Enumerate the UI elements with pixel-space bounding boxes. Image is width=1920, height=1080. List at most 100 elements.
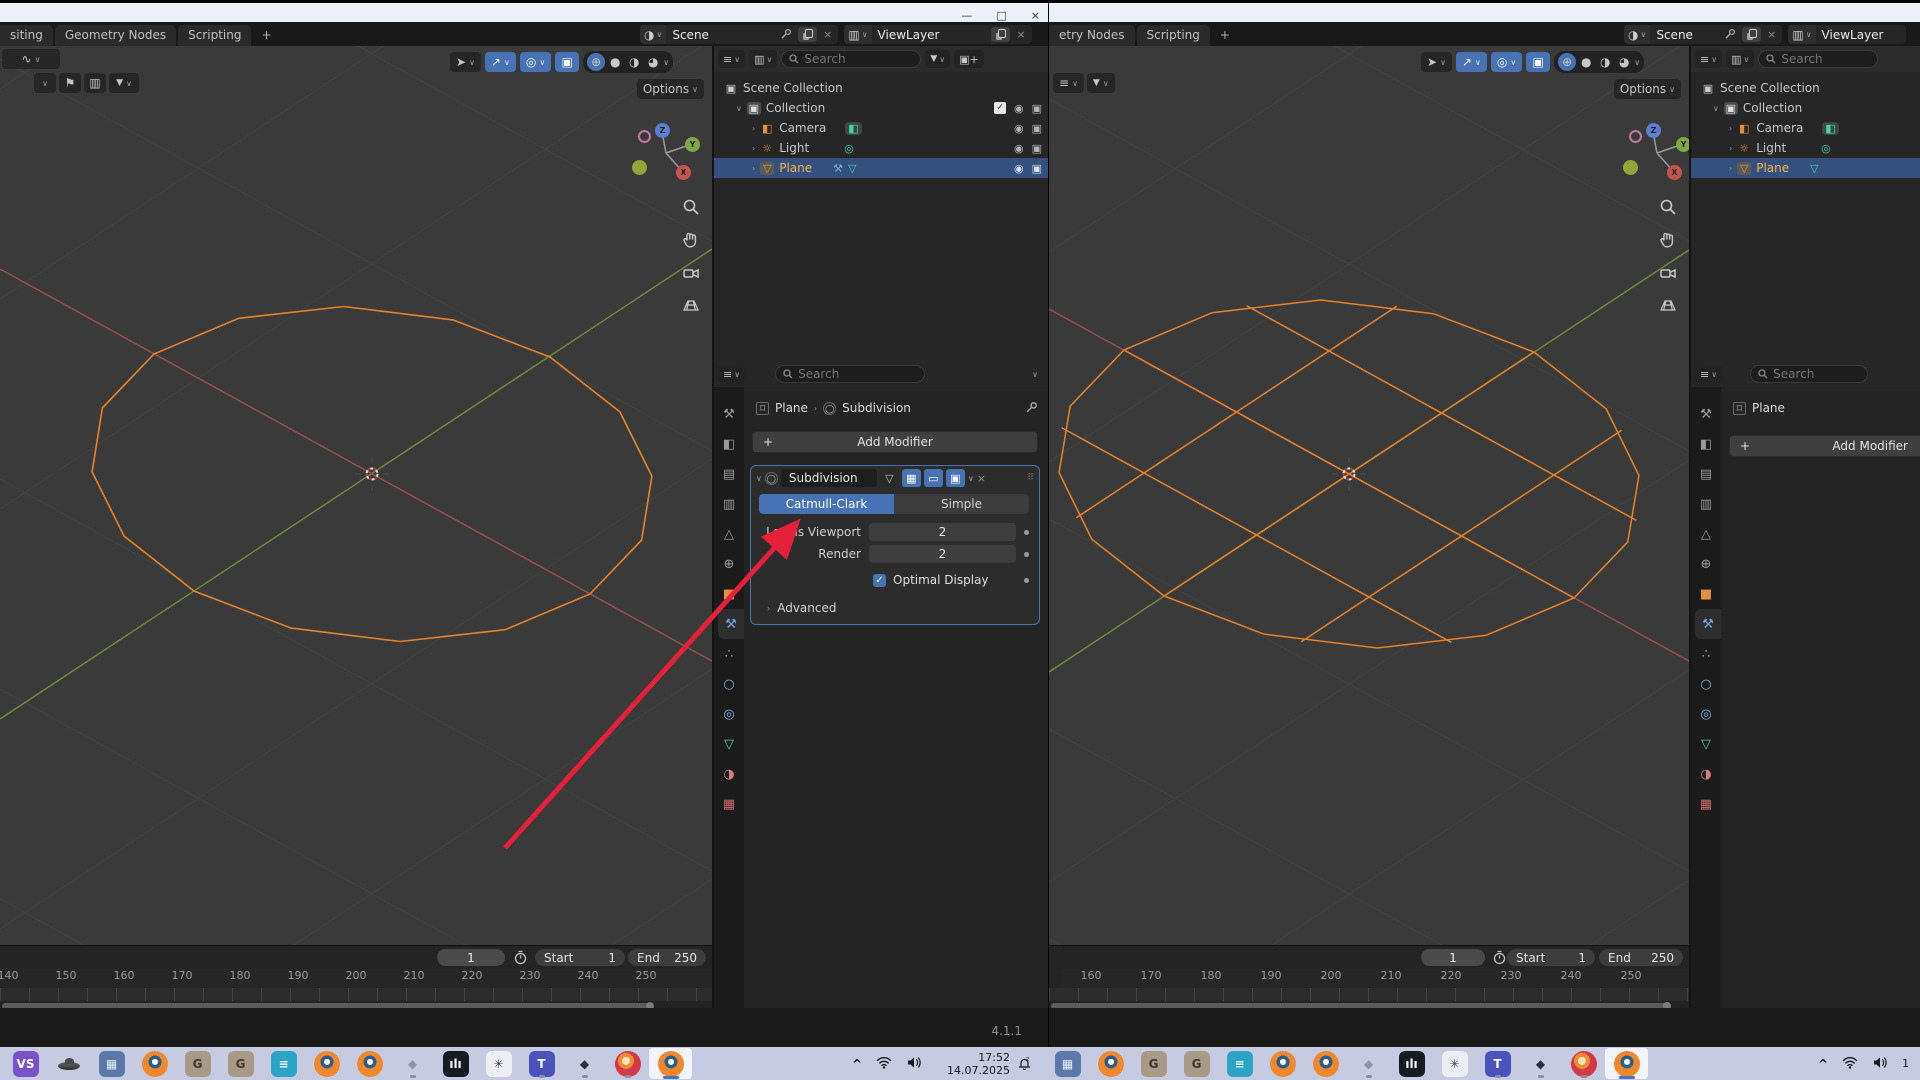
options-button[interactable]: Options∨ bbox=[1614, 79, 1681, 99]
taskbar-app-icon[interactable]: ◆ bbox=[1347, 1048, 1390, 1079]
pin-icon[interactable] bbox=[1026, 401, 1038, 416]
viewlayer-name[interactable]: ViewLayer bbox=[878, 28, 940, 42]
viewlayer-selector[interactable]: ▥∨ ViewLayer bbox=[1788, 25, 1905, 44]
collapse-icon[interactable]: ∨ bbox=[756, 474, 762, 483]
row-camera[interactable]: › ◧ Camera ◧ ◉▣ bbox=[714, 118, 1048, 138]
grid-persp-icon[interactable] bbox=[1659, 297, 1677, 318]
modifier-wrench-icon[interactable]: ⚒ bbox=[833, 162, 843, 175]
subdivided-plane-wireframe[interactable] bbox=[1059, 300, 1639, 648]
outliner-search-input[interactable]: Search bbox=[781, 50, 921, 68]
properties-tab[interactable]: ◑ bbox=[1691, 759, 1721, 789]
stopwatch-icon[interactable] bbox=[513, 950, 528, 968]
expand-icon[interactable]: › bbox=[752, 144, 755, 153]
render-toggle[interactable]: ▣ bbox=[946, 469, 965, 487]
frame-ruler[interactable]: 140150160170180190200210220230240250 bbox=[0, 969, 712, 988]
taskbar-app-icon[interactable]: ≡ bbox=[1218, 1048, 1261, 1079]
properties-tab[interactable]: ∴ bbox=[714, 639, 744, 669]
outliner-filter-id-dropdown[interactable]: ▥∨ bbox=[1726, 50, 1754, 68]
scene-name[interactable]: Scene bbox=[672, 28, 709, 42]
row-collection[interactable]: ∨ ▣ Collection ✓◉▣ bbox=[714, 98, 1048, 118]
taskbar-app-icon[interactable] bbox=[47, 1048, 90, 1079]
volume-icon[interactable] bbox=[906, 1056, 922, 1072]
animate-dot[interactable] bbox=[1024, 578, 1029, 583]
breadcrumb-object[interactable]: Plane bbox=[775, 401, 808, 415]
rendered-shading-icon[interactable]: ◕ bbox=[1615, 53, 1633, 71]
camera-view-icon[interactable] bbox=[1659, 264, 1677, 285]
axis-z-ball[interactable]: Z bbox=[655, 123, 670, 138]
new-collection-button[interactable]: ▣+ bbox=[954, 50, 984, 68]
properties-options-icon[interactable]: ∨ bbox=[1032, 370, 1038, 379]
advanced-section-label[interactable]: Advanced bbox=[777, 601, 836, 615]
simple-button[interactable]: Simple bbox=[894, 494, 1029, 514]
add-modifier-button[interactable]: + Add Modifier bbox=[1729, 435, 1920, 457]
properties-tab[interactable]: ▤ bbox=[1691, 459, 1721, 489]
start-frame-field[interactable]: Start1 bbox=[1507, 949, 1595, 966]
on-cage-toggle[interactable]: ▦ bbox=[902, 469, 921, 487]
taskbar-app-icon[interactable]: VS bbox=[4, 1048, 47, 1079]
wifi-icon[interactable] bbox=[876, 1056, 892, 1072]
tab-geometry-nodes-partial[interactable]: etry Nodes bbox=[1049, 25, 1135, 46]
properties-tab[interactable]: ∴ bbox=[1691, 639, 1721, 669]
gizmos-dropdown[interactable]: ↗∨ bbox=[485, 52, 516, 72]
camera-data-icon[interactable]: ◧ bbox=[845, 122, 861, 135]
filter-dropdown[interactable]: ▼∨ bbox=[1087, 73, 1115, 93]
taskbar-app-icon[interactable]: ◆ bbox=[391, 1048, 434, 1079]
expand-icon[interactable]: › bbox=[752, 164, 755, 173]
properties-search-input[interactable]: Search bbox=[775, 365, 925, 383]
properties-tab[interactable]: △ bbox=[1691, 519, 1721, 549]
properties-tab[interactable]: ⚒ bbox=[1695, 609, 1721, 639]
outliner-display-mode-dropdown[interactable]: ≡∨ bbox=[718, 50, 745, 68]
taskbar-app-icon[interactable]: ▦ bbox=[90, 1048, 133, 1079]
new-scene-button[interactable] bbox=[798, 27, 817, 42]
viewport-3d-right[interactable]: ≡∨ ▼∨ ➤∨ ↗∨ ◎∨ ▣ ⊕ ● ◑ ◕ ∨ Options∨ Z Y … bbox=[1049, 46, 1689, 945]
tray-expand-icon[interactable]: ^ bbox=[1818, 1057, 1828, 1071]
properties-tab[interactable]: ▤ bbox=[714, 459, 744, 489]
window-titlebar[interactable]: — □ × bbox=[0, 0, 1048, 22]
taskbar-app-icon[interactable] bbox=[1605, 1048, 1648, 1079]
camera-data-icon[interactable]: ◧ bbox=[1822, 122, 1838, 135]
axis-neg-ball[interactable] bbox=[1629, 130, 1642, 143]
taskbar-app-icon[interactable]: ▦ bbox=[1046, 1048, 1089, 1079]
tool-settings-dropdown[interactable]: ≡∨ bbox=[1053, 73, 1084, 93]
viewlayer-selector[interactable]: ▥∨ ViewLayer × bbox=[844, 25, 1031, 44]
expand-icon[interactable]: › bbox=[1729, 164, 1732, 173]
taskbar-app-icon[interactable]: ◆ bbox=[563, 1048, 606, 1079]
unlink-scene-icon[interactable]: × bbox=[823, 28, 832, 41]
tab-geometry-nodes[interactable]: Geometry Nodes bbox=[55, 25, 176, 46]
xray-toggle[interactable]: ▣ bbox=[555, 52, 579, 72]
pin-icon[interactable] bbox=[781, 28, 792, 42]
axis-neg-y-ball[interactable] bbox=[632, 160, 647, 175]
navigation-gizmo[interactable]: Z Y X bbox=[1615, 108, 1689, 188]
taskbar-app-icon[interactable] bbox=[1089, 1048, 1132, 1079]
pin-icon[interactable] bbox=[1725, 28, 1736, 42]
delete-modifier-icon[interactable]: × bbox=[977, 472, 986, 485]
mesh-data-icon[interactable]: ▽ bbox=[848, 162, 856, 175]
hide-eye-icon[interactable]: ◉ bbox=[1014, 162, 1024, 175]
pan-hand-icon[interactable] bbox=[1659, 231, 1677, 252]
properties-tab[interactable]: △ bbox=[714, 519, 744, 549]
properties-tab[interactable]: ◑ bbox=[714, 759, 744, 789]
realtime-toggle[interactable]: ▭ bbox=[924, 469, 943, 487]
axis-neg-ball[interactable] bbox=[638, 130, 651, 143]
timeline-tracks[interactable] bbox=[1049, 988, 1689, 1001]
taskbar-app-icon[interactable]: G bbox=[1175, 1048, 1218, 1079]
axis-x-ball[interactable]: X bbox=[1667, 165, 1682, 180]
render-levels-field[interactable]: 2 bbox=[869, 545, 1016, 563]
scene-selector[interactable]: ◑∨ Scene × bbox=[640, 25, 838, 44]
editor-type-dropdown[interactable]: ≡∨ bbox=[718, 365, 745, 383]
properties-tab[interactable]: ⚒ bbox=[1691, 399, 1721, 429]
row-plane-selected[interactable]: › ▽ Plane ⚒ ▽ ◉▣ bbox=[714, 158, 1048, 178]
start-frame-field[interactable]: Start1 bbox=[535, 949, 625, 966]
properties-tab[interactable]: ▽ bbox=[1691, 729, 1721, 759]
properties-tab[interactable]: ⚒ bbox=[718, 609, 744, 639]
row-light[interactable]: › ☼ Light ◎ bbox=[1691, 138, 1920, 158]
taskbar-app-icon[interactable]: T bbox=[520, 1048, 563, 1079]
stopwatch-icon[interactable] bbox=[1492, 950, 1507, 968]
expand-icon[interactable]: ∨ bbox=[1713, 104, 1719, 113]
layer-stack-icon[interactable]: ▥ bbox=[84, 73, 106, 93]
overlays-dropdown[interactable]: ◎∨ bbox=[1491, 52, 1522, 72]
selectability-dropdown[interactable]: ➤∨ bbox=[1421, 52, 1452, 72]
scene-selector[interactable]: ◑∨ Scene × bbox=[1624, 25, 1782, 44]
tray-expand-icon[interactable]: ^ bbox=[852, 1057, 862, 1071]
editor-type-dropdown[interactable]: ≡∨ bbox=[1695, 365, 1722, 383]
